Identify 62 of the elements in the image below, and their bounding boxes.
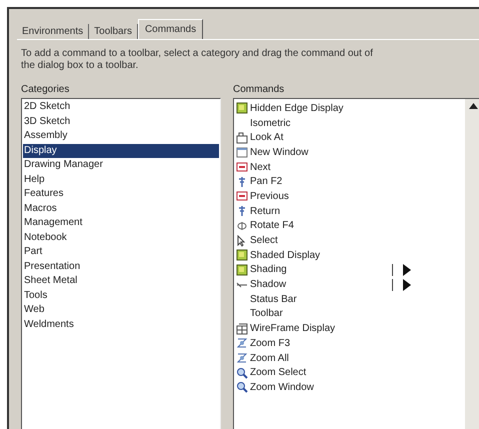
minus-box-icon <box>236 190 248 202</box>
command-item[interactable]: Zoom Select <box>250 367 306 378</box>
window-icon <box>236 146 248 158</box>
category-item[interactable]: Part <box>23 245 219 260</box>
category-item[interactable]: Features <box>23 187 219 202</box>
instruction-text: To add a command to a toolbar, select a category and drag the command out of <box>21 48 374 60</box>
scroll-up-arrow-icon[interactable] <box>468 103 478 109</box>
category-item[interactable]: Web <box>23 303 219 318</box>
magnifier-icon <box>236 366 248 379</box>
category-item[interactable]: Display <box>23 144 219 158</box>
command-item[interactable]: Return <box>250 206 280 217</box>
magnifier-icon <box>236 381 248 394</box>
command-item[interactable]: Zoom Window <box>250 382 314 393</box>
submenu-arrow-icon[interactable] <box>401 278 413 291</box>
category-item[interactable]: Drawing Manager <box>23 158 219 172</box>
category-item[interactable]: Management <box>23 216 219 230</box>
shaded-cube-icon <box>236 264 248 276</box>
category-item[interactable]: Sheet Metal <box>23 274 219 288</box>
command-item[interactable]: Zoom All <box>250 352 289 364</box>
command-item[interactable]: Rotate F4 <box>250 220 294 232</box>
rotate-icon <box>236 220 248 232</box>
cursor-icon <box>236 234 248 247</box>
category-item[interactable]: Presentation <box>23 260 219 274</box>
command-item[interactable]: Isometric <box>250 118 291 129</box>
camera-icon <box>236 132 248 144</box>
scrollbar[interactable] <box>465 98 479 429</box>
zoom-icon <box>236 352 248 364</box>
category-item[interactable]: Tools <box>23 288 219 303</box>
command-item[interactable]: Next <box>250 162 271 173</box>
zoom-icon <box>236 337 248 350</box>
command-item[interactable]: WireFrame Display <box>250 323 336 334</box>
pan-icon <box>236 176 248 188</box>
command-item[interactable]: New Window <box>250 146 308 158</box>
command-item[interactable]: Shadow <box>250 279 286 290</box>
category-item[interactable]: Assembly <box>23 129 219 144</box>
category-item[interactable]: Macros <box>23 202 219 216</box>
command-item[interactable]: Toolbar <box>250 308 283 320</box>
wireframe-icon <box>236 322 248 335</box>
command-item[interactable]: Status Bar <box>250 294 297 305</box>
command-item[interactable]: Look At <box>250 132 284 144</box>
category-item[interactable]: Weldments <box>23 318 219 332</box>
category-item[interactable]: 2D Sketch <box>23 100 219 114</box>
category-item[interactable]: Help <box>23 172 219 187</box>
command-item[interactable]: Select <box>250 235 278 246</box>
command-item[interactable]: Hidden Edge Display <box>250 102 344 114</box>
submenu-arrow-icon[interactable] <box>401 264 413 276</box>
command-item[interactable]: Previous <box>250 190 289 202</box>
list-label: Categories <box>21 84 70 96</box>
minus-box-icon <box>236 161 248 174</box>
tab[interactable]: Commands <box>138 19 204 39</box>
list-label: Commands <box>233 84 286 96</box>
command-item[interactable]: Shaded Display <box>250 250 320 261</box>
command-item[interactable]: Shading <box>250 264 287 276</box>
pan-icon <box>236 205 248 218</box>
category-item[interactable]: 3D Sketch <box>23 114 219 129</box>
command-item[interactable]: Zoom F3 <box>250 338 290 349</box>
instruction-text: the dialog box to a toolbar. <box>21 60 140 72</box>
shaded-cube-icon <box>236 249 248 262</box>
command-item[interactable]: Pan F2 <box>250 176 282 188</box>
shaded-cube-icon <box>236 102 248 114</box>
tab[interactable]: Environments <box>17 24 90 39</box>
category-item[interactable]: Notebook <box>23 230 219 245</box>
